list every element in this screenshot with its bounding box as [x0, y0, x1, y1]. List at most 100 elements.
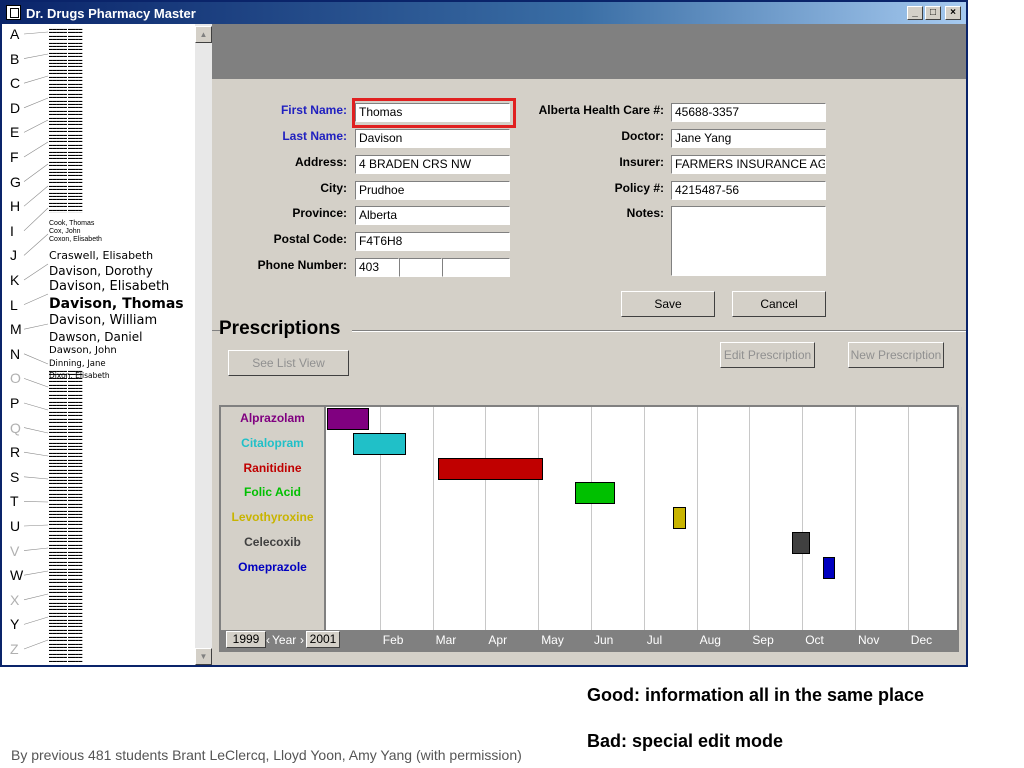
month-label: Jul	[646, 633, 663, 647]
patient-name-item[interactable]: Dawson, Daniel	[49, 330, 143, 344]
last-name-field[interactable]: Davison	[355, 129, 510, 148]
credit-text: By previous 481 students Brant LeClercq,…	[11, 747, 522, 763]
close-button[interactable]: ×	[945, 6, 961, 20]
leader-line	[23, 141, 49, 158]
phone-area-field[interactable]: 403	[355, 258, 399, 277]
month-gridline	[591, 407, 592, 630]
app-icon	[6, 5, 21, 20]
month-label: Nov	[858, 633, 880, 647]
name-list-compressed-bottom: ▬▬▬▬▬ ▬▬▬▬ ▬▬▬▬▬ ▬▬▬▬ ▬▬▬▬▬ ▬▬▬▬ ▬▬▬▬▬ ▬…	[49, 370, 83, 662]
month-label: Dec	[910, 633, 933, 647]
postal-code-field[interactable]: F4T6H8	[355, 232, 510, 251]
patient-name-item-selected[interactable]: Davison, Thomas	[49, 296, 184, 312]
notes-field[interactable]	[671, 206, 826, 276]
month-gridline	[960, 407, 962, 630]
year-next-arrow-icon[interactable]: ›	[300, 633, 304, 647]
month-label: Jun	[594, 633, 614, 647]
minimize-button[interactable]: _	[907, 6, 923, 20]
drug-label-levothyroxine[interactable]: Levothyroxine	[221, 506, 324, 532]
leader-line	[23, 402, 49, 411]
month-gridline	[802, 407, 804, 630]
leader-line	[23, 570, 49, 576]
year-prev-arrow-icon[interactable]: ‹	[266, 633, 270, 647]
patient-name-item[interactable]: Davison, Elisabeth	[49, 279, 169, 294]
postal-code-label: Postal Code:	[273, 232, 347, 246]
policy-field[interactable]: 4215487-56	[671, 181, 826, 200]
prev-year-button[interactable]: 1999	[226, 631, 266, 648]
leader-line	[23, 233, 49, 256]
drug-label-alprazolam[interactable]: Alprazolam	[221, 407, 324, 433]
prescription-bar-alprazolam[interactable]	[327, 408, 370, 430]
scroll-down-button[interactable]: ▼	[195, 648, 212, 665]
leader-line	[23, 263, 49, 281]
month-gridline	[749, 407, 751, 630]
scroll-up-button[interactable]: ▲	[195, 26, 212, 43]
health-care-field[interactable]: 45688-3357	[671, 103, 826, 122]
last-name-label: Last Name:	[282, 129, 347, 143]
leader-line	[23, 323, 49, 330]
month-gridline	[696, 407, 698, 630]
section-divider	[352, 330, 966, 332]
patient-name-item[interactable]: Cox, John	[49, 228, 81, 235]
patient-name-item[interactable]: Davison, William	[49, 313, 157, 328]
next-year-button[interactable]: 2001	[306, 631, 340, 648]
drug-label-ranitidine[interactable]: Ranitidine	[221, 456, 324, 483]
leader-line	[23, 639, 49, 650]
insurer-field[interactable]: FARMERS INSURANCE AG	[671, 155, 826, 174]
month-gridline	[538, 407, 540, 630]
first-name-label: First Name:	[280, 103, 347, 117]
address-field[interactable]: 4 BRADEN CRS NW	[355, 155, 510, 174]
save-button[interactable]: Save	[621, 291, 715, 317]
edit-prescription-button[interactable]: Edit Prescription	[720, 342, 815, 368]
phone-line-field[interactable]	[442, 258, 510, 277]
doctor-field[interactable]: Jane Yang	[671, 129, 826, 148]
month-label: Oct	[805, 633, 824, 647]
patient-name-item[interactable]: Davison, Dorothy	[49, 264, 153, 278]
header-banner	[212, 24, 966, 79]
province-field[interactable]: Alberta	[355, 206, 510, 225]
patient-name-item[interactable]: Dawson, John	[49, 345, 117, 356]
leader-line	[23, 353, 49, 365]
leader-line	[23, 451, 49, 457]
index-scrollbar[interactable]: ▲ ▼	[195, 24, 212, 665]
new-prescription-button[interactable]: New Prescription	[848, 342, 944, 368]
maximize-button[interactable]: □	[925, 6, 941, 20]
drug-label-celecoxib[interactable]: Celecoxib	[221, 531, 324, 557]
patient-name-item[interactable]: Dinning, Jane	[49, 359, 106, 369]
cancel-button[interactable]: Cancel	[732, 291, 826, 317]
app-window: Dr. Drugs Pharmacy Master _ □ × ABCDEFGH…	[0, 0, 968, 667]
leader-line	[23, 524, 49, 527]
prescription-bar-folic-acid[interactable]	[575, 482, 615, 505]
leader-line	[23, 593, 49, 601]
prescription-timeline[interactable]: Alprazolam Citalopram Ranitidine Folic Acid…	[219, 405, 962, 652]
drug-label-omeprazole[interactable]: Omeprazole	[221, 555, 324, 582]
phone-prefix-field[interactable]	[399, 258, 442, 277]
prescription-bar-citalopram[interactable]	[353, 432, 407, 455]
prescription-bar-levothyroxine[interactable]	[672, 507, 687, 530]
drug-label-citalopram[interactable]: Citalopram	[221, 431, 324, 458]
drug-label-folic-acid[interactable]: Folic Acid	[221, 481, 324, 508]
month-gridline	[907, 407, 909, 630]
drug-label-empty	[221, 605, 324, 632]
month-label: Mar	[435, 633, 457, 647]
month-label: May	[541, 633, 564, 647]
policy-label: Policy #:	[614, 181, 664, 195]
patient-index[interactable]: ABCDEFGHIJKLMNOPQRSTUVWXYZ ▬▬▬▬▬ ▬▬▬▬ ▬▬…	[2, 24, 195, 665]
patient-name-item[interactable]: Cook, Thomas	[49, 220, 94, 227]
health-care-label: Alberta Health Care #:	[538, 103, 664, 117]
patient-name-item[interactable]: Coxon, Elisabeth	[49, 236, 102, 243]
leader-line	[23, 163, 49, 182]
province-label: Province:	[292, 206, 347, 220]
month-gridline	[643, 407, 645, 630]
name-list-compressed-top: ▬▬▬▬▬ ▬▬▬▬ ▬▬▬▬▬ ▬▬▬▬ ▬▬▬▬▬ ▬▬▬▬ ▬▬▬▬▬ ▬…	[49, 28, 83, 213]
prescription-bar-celecoxib[interactable]	[791, 532, 811, 554]
city-field[interactable]: Prudhoe	[355, 181, 510, 200]
address-label: Address:	[294, 155, 347, 169]
see-list-view-button[interactable]: See List View	[228, 350, 349, 376]
prescription-bar-omeprazole[interactable]	[823, 556, 836, 579]
prescription-bar-ranitidine[interactable]	[437, 457, 544, 480]
good-note: Good: information all in the same place	[587, 685, 925, 705]
notes-label: Notes:	[626, 206, 664, 220]
title-bar: Dr. Drugs Pharmacy Master _ □ ×	[2, 2, 966, 24]
patient-name-item[interactable]: Craswell, Elisabeth	[49, 249, 153, 262]
